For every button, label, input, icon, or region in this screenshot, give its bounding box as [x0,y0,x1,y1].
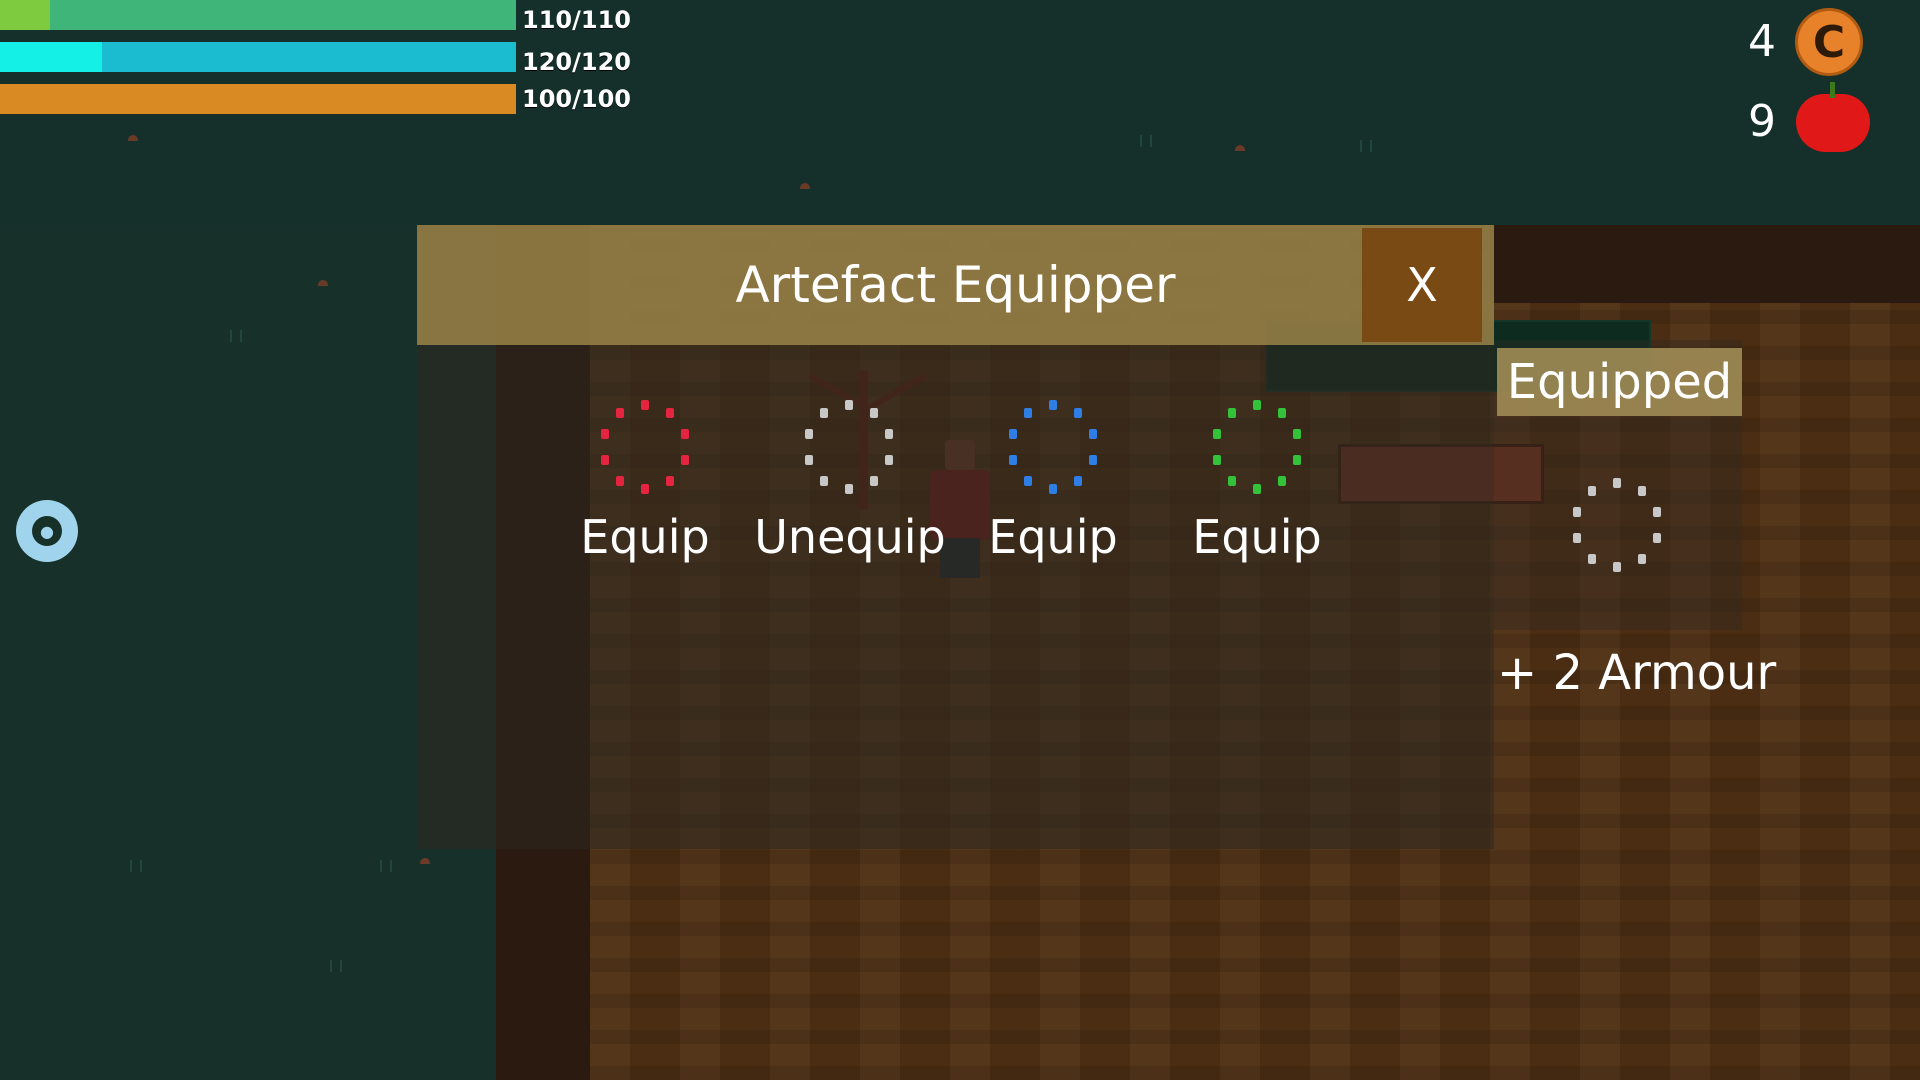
panel-title: Artefact Equipper [735,256,1176,314]
ring-bead [1588,486,1597,497]
coin-count: 4 [1748,16,1776,67]
stamina-value: 100/100 [522,85,631,113]
ring-bead [1049,400,1057,410]
mushroom [318,280,328,286]
ring-bead [1292,429,1301,440]
ring-bead [1573,532,1582,543]
ring-bead [1253,400,1261,410]
ring-bead [1652,507,1661,518]
grass-tuft [330,960,342,972]
ring-bead [1024,408,1033,419]
artefact-ring-icon [998,392,1108,502]
ring-bead [680,429,689,440]
ring-bead [1277,475,1286,486]
settings-button-face: ● [32,516,62,546]
equip-button[interactable]: Equip [1177,510,1337,564]
ring-bead [820,475,829,486]
ring-bead [665,408,674,419]
health-bar-accent [0,0,50,30]
ring-bead [845,400,853,410]
ring-bead [845,484,853,494]
ring-bead [1009,429,1018,440]
house-roof-edge [1490,225,1920,303]
ring-bead [1253,484,1261,494]
ring-bead [1277,408,1286,419]
ring-bead [601,429,610,440]
ring-bead [616,475,625,486]
ring-bead [1049,484,1057,494]
mana-value: 120/120 [522,48,631,76]
ring-bead [1228,475,1237,486]
grass-tuft [380,860,392,872]
equipped-ring-icon [1562,470,1672,580]
ring-bead [1024,475,1033,486]
ring-bead [1213,454,1222,465]
ring-bead [1573,507,1582,518]
ring-bead [869,475,878,486]
grass-tuft [130,860,142,872]
health-bar [0,0,516,30]
ring-bead [1213,429,1222,440]
ring-bead [884,429,893,440]
ring-bead [1088,454,1097,465]
mushroom [1235,145,1245,151]
ring-bead [805,454,814,465]
grass-tuft [1140,135,1152,147]
ring-bead [869,408,878,419]
mushroom [420,858,430,864]
ring-bead [1613,562,1621,572]
stamina-bar [0,84,516,114]
artefact-ring-icon [794,392,904,502]
grass-tuft [230,330,242,342]
artefact-ring-icon [590,392,700,502]
ring-bead [1588,553,1597,564]
mushroom [800,183,810,189]
ring-bead [1613,478,1621,488]
ring-bead [1073,408,1082,419]
ring-bead [641,400,649,410]
health-value: 110/110 [522,6,631,34]
ring-bead [1228,408,1237,419]
gear-icon[interactable]: ● [16,500,78,562]
artefact-ring-icon [1202,392,1312,502]
equip-button[interactable]: Equip [973,510,1133,564]
ring-bead [820,408,829,419]
ring-bead [1637,553,1646,564]
ring-bead [641,484,649,494]
equipped-label: Equipped [1497,348,1742,416]
ring-bead [1637,486,1646,497]
mana-bar-accent [0,42,102,72]
unequip-button[interactable]: Unequip [745,510,955,564]
ring-bead [616,408,625,419]
ring-bead [1088,429,1097,440]
close-button[interactable]: X [1362,228,1482,342]
ring-bead [1009,454,1018,465]
ring-bead [680,454,689,465]
equip-button[interactable]: Equip [565,510,725,564]
grass-tuft [1360,140,1372,152]
apple-count: 9 [1748,96,1776,147]
equipped-stat: + 2 Armour [1497,645,1777,701]
mana-bar [0,42,516,72]
ring-bead [1073,475,1082,486]
health-bar-fill [0,0,516,30]
stamina-bar-fill [0,84,516,114]
coin-icon: C [1795,8,1863,76]
ring-bead [1652,532,1661,543]
ring-bead [1292,454,1301,465]
ring-bead [601,454,610,465]
ring-bead [805,429,814,440]
ring-bead [884,454,893,465]
apple-icon [1796,82,1870,152]
ring-bead [665,475,674,486]
mushroom [128,135,138,141]
